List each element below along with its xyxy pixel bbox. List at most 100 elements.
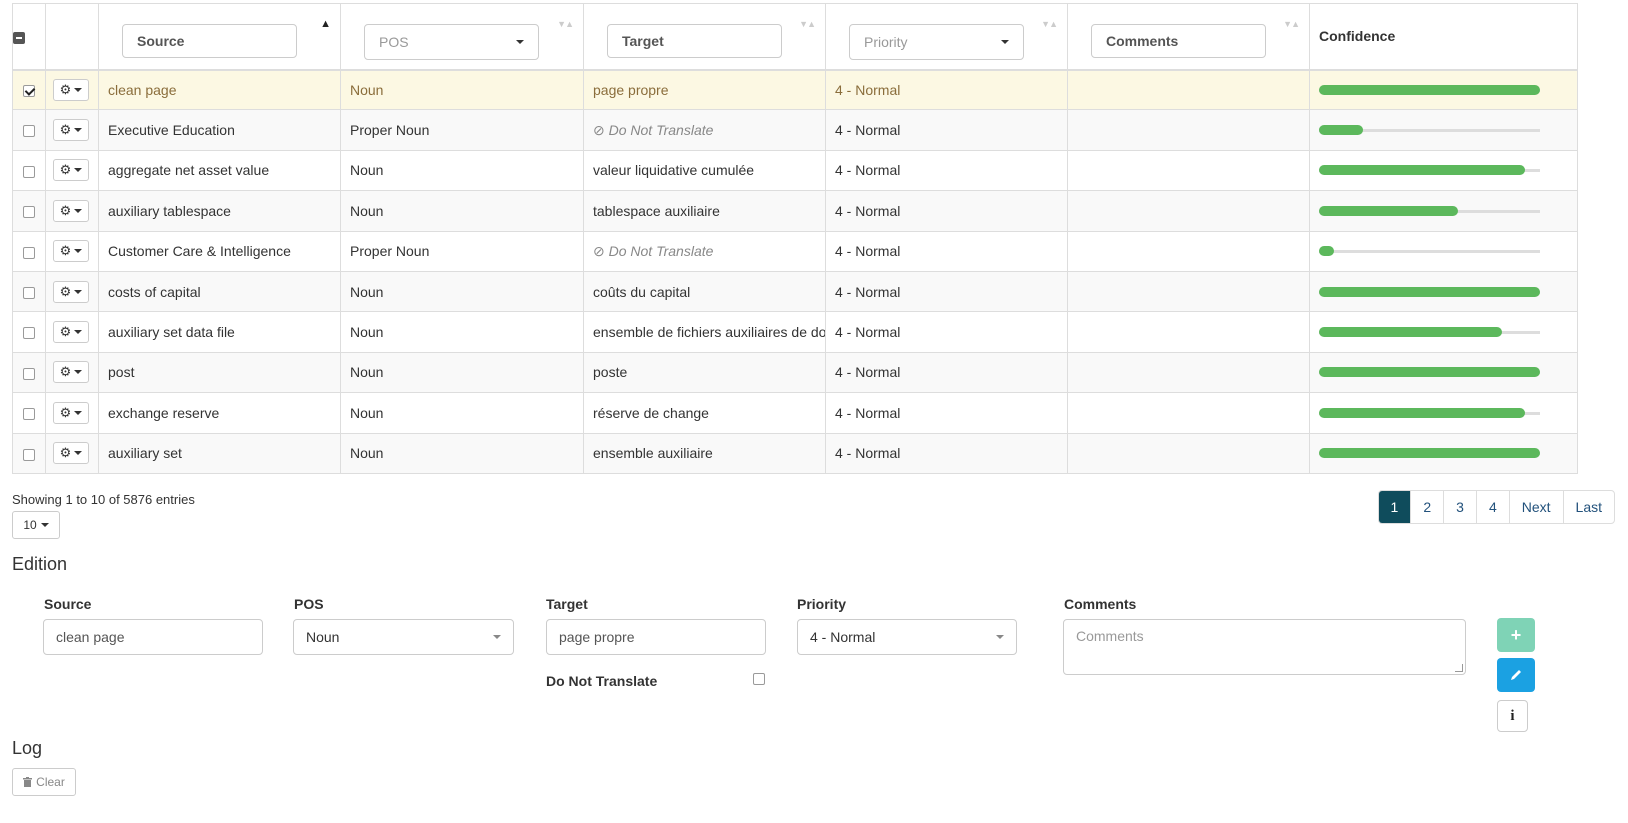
pos-cell[interactable]: Proper Noun (340, 230, 584, 272)
table-row[interactable]: ⚙ Executive Education Proper Noun ⊘ Do Not … (12, 109, 1578, 151)
edit-target-input[interactable]: page propre (546, 619, 766, 655)
priority-cell[interactable]: 4 - Normal (825, 68, 1068, 110)
row-action-button[interactable]: ⚙ (53, 442, 89, 465)
target-cell[interactable]: valeur liquidative cumulée (583, 149, 826, 191)
source-header[interactable]: Source ▲ (98, 3, 341, 71)
add-button[interactable]: + (1497, 618, 1535, 652)
pos-cell[interactable]: Noun (340, 432, 584, 474)
row-checkbox[interactable] (23, 408, 35, 421)
edit-comments-textarea[interactable]: Comments (1063, 619, 1466, 675)
pos-cell[interactable]: Noun (340, 190, 584, 232)
page-button-2[interactable]: 2 (1410, 491, 1443, 523)
priority-cell[interactable]: 4 - Normal (825, 230, 1068, 272)
priority-header[interactable]: Priority ▼▲ (825, 3, 1068, 71)
source-cell[interactable]: auxiliary tablespace (98, 190, 341, 232)
pos-cell[interactable]: Noun (340, 311, 584, 353)
row-checkbox[interactable] (23, 85, 35, 98)
row-checkbox[interactable] (23, 367, 35, 380)
source-filter-input[interactable]: Source (122, 24, 297, 58)
comments-cell[interactable] (1067, 311, 1310, 353)
page-button-1[interactable]: 1 (1378, 491, 1411, 523)
table-row[interactable]: ⚙ clean page Noun page propre 4 - Normal (12, 68, 1578, 110)
comments-cell[interactable] (1067, 149, 1310, 191)
row-action-button[interactable]: ⚙ (53, 240, 89, 263)
row-action-button[interactable]: ⚙ (53, 401, 89, 424)
clear-log-button[interactable]: Clear (12, 768, 76, 796)
target-cell[interactable]: ensemble auxiliaire (583, 432, 826, 474)
page-button-3[interactable]: 3 (1443, 491, 1476, 523)
row-action-button[interactable]: ⚙ (53, 321, 89, 344)
priority-cell[interactable]: 4 - Normal (825, 351, 1068, 393)
table-row[interactable]: ⚙ Customer Care & Intelligence Proper Noun… (12, 230, 1578, 272)
comments-cell[interactable] (1067, 351, 1310, 393)
last-page-button[interactable]: Last (1562, 491, 1614, 523)
pos-cell[interactable]: Noun (340, 149, 584, 191)
source-cell[interactable]: post (98, 351, 341, 393)
edit-button[interactable] (1497, 658, 1535, 692)
edit-pos-select[interactable]: Noun (293, 619, 514, 655)
comments-cell[interactable] (1067, 109, 1310, 151)
pos-cell[interactable]: Noun (340, 68, 584, 110)
next-page-button[interactable]: Next (1508, 491, 1563, 523)
source-cell[interactable]: Executive Education (98, 109, 341, 151)
source-cell[interactable]: exchange reserve (98, 392, 341, 434)
source-cell[interactable]: auxiliary set data file (98, 311, 341, 353)
priority-cell[interactable]: 4 - Normal (825, 190, 1068, 232)
row-checkbox[interactable] (23, 246, 35, 259)
source-cell[interactable]: clean page (98, 68, 341, 110)
priority-cell[interactable]: 4 - Normal (825, 311, 1068, 353)
edit-source-input[interactable]: clean page (43, 619, 263, 655)
row-action-button[interactable]: ⚙ (53, 78, 89, 101)
priority-cell[interactable]: 4 - Normal (825, 270, 1068, 312)
pos-cell[interactable]: Noun (340, 392, 584, 434)
row-action-button[interactable]: ⚙ (53, 119, 89, 142)
confidence-header[interactable]: Confidence (1309, 3, 1578, 71)
table-row[interactable]: ⚙ exchange reserve Noun réserve de change 4 … (12, 392, 1578, 434)
priority-cell[interactable]: 4 - Normal (825, 109, 1068, 151)
pos-filter-select[interactable]: POS (364, 24, 539, 60)
table-row[interactable]: ⚙ auxiliary set Noun ensemble auxiliaire 4 -… (12, 432, 1578, 474)
pos-header[interactable]: POS ▼▲ (340, 3, 584, 71)
comments-cell[interactable] (1067, 68, 1310, 110)
row-checkbox[interactable] (23, 206, 35, 219)
source-cell[interactable]: aggregate net asset value (98, 149, 341, 191)
row-action-button[interactable]: ⚙ (53, 280, 89, 303)
table-row[interactable]: ⚙ costs of capital Noun coûts du capital 4 -… (12, 270, 1578, 312)
table-row[interactable]: ⚙ post Noun poste 4 - Normal (12, 351, 1578, 393)
row-action-button[interactable]: ⚙ (53, 159, 89, 182)
row-checkbox[interactable] (23, 286, 35, 299)
target-cell[interactable]: ⊘ Do Not Translate (583, 109, 826, 151)
comments-header[interactable]: Comments ▼▲ (1067, 3, 1310, 71)
row-action-button[interactable]: ⚙ (53, 361, 89, 384)
comments-cell[interactable] (1067, 230, 1310, 272)
priority-filter-select[interactable]: Priority (849, 24, 1024, 60)
dnt-checkbox[interactable] (753, 673, 765, 685)
priority-cell[interactable]: 4 - Normal (825, 392, 1068, 434)
page-length-select[interactable]: 10 (12, 511, 60, 539)
target-cell[interactable]: ensemble de fichiers auxiliaires de don (583, 311, 826, 353)
source-cell[interactable]: auxiliary set (98, 432, 341, 474)
comments-cell[interactable] (1067, 392, 1310, 434)
info-button[interactable]: i (1497, 700, 1528, 732)
comments-cell[interactable] (1067, 432, 1310, 474)
select-all-checkbox[interactable] (13, 31, 25, 44)
row-checkbox[interactable] (23, 125, 35, 138)
comments-cell[interactable] (1067, 270, 1310, 312)
source-cell[interactable]: Customer Care & Intelligence (98, 230, 341, 272)
row-checkbox[interactable] (23, 448, 35, 461)
priority-cell[interactable]: 4 - Normal (825, 149, 1068, 191)
target-cell[interactable]: réserve de change (583, 392, 826, 434)
page-button-4[interactable]: 4 (1475, 491, 1509, 523)
comments-cell[interactable] (1067, 190, 1310, 232)
target-cell[interactable]: tablespace auxiliaire (583, 190, 826, 232)
row-action-button[interactable]: ⚙ (53, 199, 89, 222)
target-cell[interactable]: page propre (583, 68, 826, 110)
edit-priority-select[interactable]: 4 - Normal (797, 619, 1017, 655)
pos-cell[interactable]: Proper Noun (340, 109, 584, 151)
priority-cell[interactable]: 4 - Normal (825, 432, 1068, 474)
comments-filter-input[interactable]: Comments (1091, 24, 1266, 58)
row-checkbox[interactable] (23, 165, 35, 178)
target-cell[interactable]: ⊘ Do Not Translate (583, 230, 826, 272)
pos-cell[interactable]: Noun (340, 270, 584, 312)
table-row[interactable]: ⚙ auxiliary set data file Noun ensemble de … (12, 311, 1578, 353)
